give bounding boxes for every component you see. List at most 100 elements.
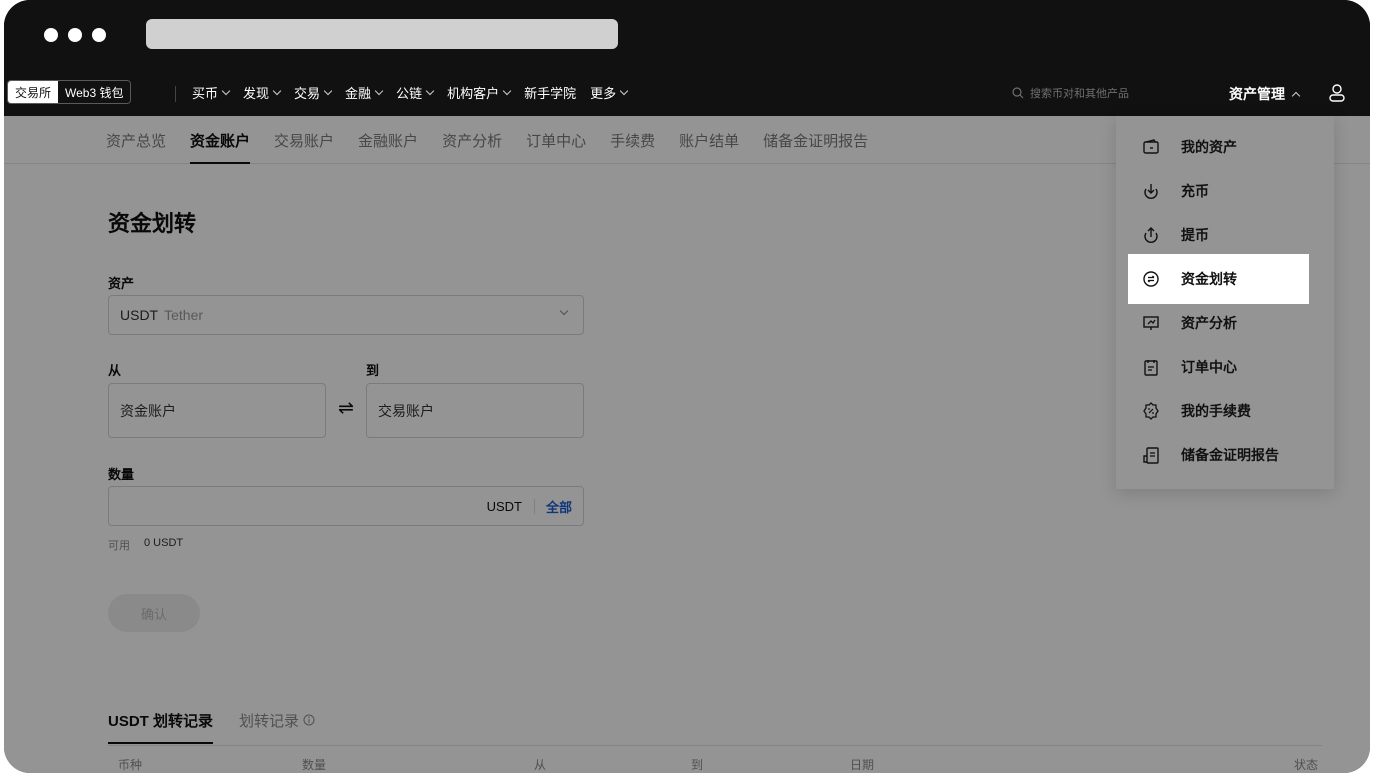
nav-item[interactable]: 发现 — [243, 83, 282, 102]
dropdown-item[interactable]: 我的资产 — [1116, 125, 1334, 169]
available-balance: 可用 0 USDT — [108, 537, 183, 553]
nav-item[interactable]: 新手学院 — [524, 83, 576, 102]
nav-item-label: 交易 — [294, 85, 321, 101]
nav-item-label: 买币 — [192, 85, 219, 101]
amount-suffix: USDT 全部 — [487, 487, 583, 525]
window-dot[interactable] — [68, 28, 82, 42]
amount-unit: USDT — [487, 498, 535, 514]
dropdown-item-label: 订单中心 — [1181, 359, 1237, 375]
dropdown-item-label: 充币 — [1181, 183, 1209, 199]
subnav-item[interactable]: 资产分析 — [442, 116, 502, 164]
asset-management-menu[interactable]: 资产管理 — [1210, 72, 1318, 116]
column-header: 状态 — [1293, 758, 1318, 772]
tab-transfer-records[interactable]: 划转记录 — [239, 696, 315, 744]
order-center-icon — [1141, 357, 1161, 377]
from-account-select[interactable]: 资金账户 — [108, 383, 326, 438]
asset-management-label: 资产管理 — [1229, 86, 1285, 102]
records-tabs: USDT 划转记录 划转记录 — [108, 696, 315, 744]
tab-label: USDT 划转记录 — [108, 712, 214, 730]
nav-item-label: 机构客户 — [447, 85, 500, 101]
column-header: 数量 — [302, 758, 327, 772]
deposit-icon — [1141, 181, 1161, 201]
user-icon[interactable] — [1326, 82, 1348, 104]
from-label: 从 — [108, 363, 122, 378]
subnav-item[interactable]: 资金账户 — [190, 116, 251, 164]
search-icon — [1012, 87, 1024, 99]
to-label: 到 — [366, 363, 380, 378]
subnav-item[interactable]: 资产总览 — [106, 116, 166, 164]
browser-window: 交易所 Web3 钱包 买币 发现 交易 金融 公链 机构客户 新手学院 更多 搜索币对和其他… — [4, 0, 1370, 773]
window-dot[interactable] — [44, 28, 58, 42]
records-table-header: 币种 数量 从 到 日期 状态 — [108, 745, 1322, 773]
dropdown-item-label: 储备金证明报告 — [1181, 447, 1279, 463]
column-header: 日期 — [850, 758, 875, 772]
amount-input[interactable]: USDT 全部 — [108, 486, 584, 526]
from-account-value: 资金账户 — [120, 402, 176, 419]
subnav-item[interactable]: 交易账户 — [274, 116, 334, 164]
address-bar[interactable] — [146, 19, 618, 49]
nav-item[interactable]: 更多 — [590, 83, 629, 102]
subnav-item[interactable]: 储备金证明报告 — [763, 116, 868, 164]
dropdown-item-label: 资产分析 — [1181, 315, 1237, 331]
page-title: 资金划转 — [108, 211, 197, 236]
subnav-item[interactable]: 金融账户 — [358, 116, 418, 164]
dropdown-item-label: 资金划转 — [1181, 271, 1237, 287]
dropdown-item-label: 我的资产 — [1181, 139, 1237, 155]
search-input[interactable]: 搜索币对和其他产品 — [1002, 79, 1207, 107]
asset-name: Tether — [164, 307, 204, 323]
tab-usdt-transfer-records[interactable]: USDT 划转记录 — [108, 696, 214, 744]
column-header: 到 — [691, 758, 704, 772]
subnav-item[interactable]: 手续费 — [610, 116, 655, 164]
nav-menu: 买币 发现 交易 金融 公链 机构客户 新手学院 更多 — [192, 72, 629, 112]
chevron-down-icon — [502, 86, 512, 95]
swap-icon[interactable]: ⇌ — [334, 396, 358, 420]
nav-item[interactable]: 交易 — [294, 83, 333, 102]
subnav-item[interactable]: 订单中心 — [526, 116, 586, 164]
nav-item[interactable]: 金融 — [345, 83, 384, 102]
available-value: 0 USDT — [144, 537, 184, 549]
nav-item-label: 发现 — [243, 85, 270, 101]
nav-item[interactable]: 买币 — [192, 83, 231, 102]
asset-select[interactable]: USDT Tether — [108, 295, 584, 335]
dropdown-item-label: 提币 — [1181, 227, 1209, 243]
window-dot[interactable] — [92, 28, 106, 42]
asset-symbol: USDT — [120, 307, 159, 323]
exchange-tab[interactable]: 交易所 — [8, 81, 59, 103]
dropdown-item[interactable]: 资金划转 — [1128, 254, 1309, 304]
asset-label: 资产 — [108, 276, 135, 291]
fee-icon — [1141, 401, 1161, 421]
chevron-down-icon — [221, 86, 231, 95]
wallet-icon — [1141, 137, 1161, 157]
amount-label: 数量 — [108, 467, 135, 482]
asset-management-dropdown: 我的资产充币提币资金划转资产分析订单中心我的手续费储备金证明报告 — [1116, 116, 1334, 489]
top-navigation: 交易所 Web3 钱包 买币 发现 交易 金融 公链 机构客户 新手学院 更多 搜索币对和其他… — [4, 72, 1370, 116]
dropdown-item[interactable]: 资产分析 — [1116, 301, 1334, 345]
column-header: 币种 — [118, 758, 143, 772]
nav-item-label: 金融 — [345, 85, 372, 101]
analysis-icon — [1141, 313, 1161, 333]
to-account-select[interactable]: 交易账户 — [366, 383, 584, 438]
dropdown-item[interactable]: 订单中心 — [1116, 345, 1334, 389]
dropdown-item[interactable]: 储备金证明报告 — [1116, 433, 1334, 477]
nav-item[interactable]: 机构客户 — [447, 83, 512, 102]
subnav-item[interactable]: 账户结单 — [679, 116, 739, 164]
dropdown-item-label: 我的手续费 — [1181, 403, 1251, 419]
search-placeholder: 搜索币对和其他产品 — [1030, 88, 1129, 100]
nav-item-label: 新手学院 — [524, 85, 577, 101]
dropdown-item[interactable]: 充币 — [1116, 169, 1334, 213]
chevron-down-icon — [323, 86, 333, 95]
withdraw-icon — [1141, 225, 1161, 245]
confirm-button[interactable]: 确认 — [108, 594, 200, 632]
chevron-down-icon — [272, 86, 282, 95]
web3-wallet-tab[interactable]: Web3 钱包 — [58, 81, 131, 103]
available-label: 可用 — [108, 540, 130, 552]
all-button[interactable]: 全部 — [535, 497, 583, 516]
dropdown-item[interactable]: 我的手续费 — [1116, 389, 1334, 433]
dropdown-item[interactable]: 提币 — [1116, 213, 1334, 257]
nav-item-label: 公链 — [396, 85, 423, 101]
exchange-wallet-switch: 交易所 Web3 钱包 — [7, 80, 132, 104]
chevron-down-icon — [374, 86, 384, 95]
to-account-value: 交易账户 — [378, 402, 434, 419]
info-icon[interactable] — [303, 714, 315, 726]
nav-item[interactable]: 公链 — [396, 83, 435, 102]
